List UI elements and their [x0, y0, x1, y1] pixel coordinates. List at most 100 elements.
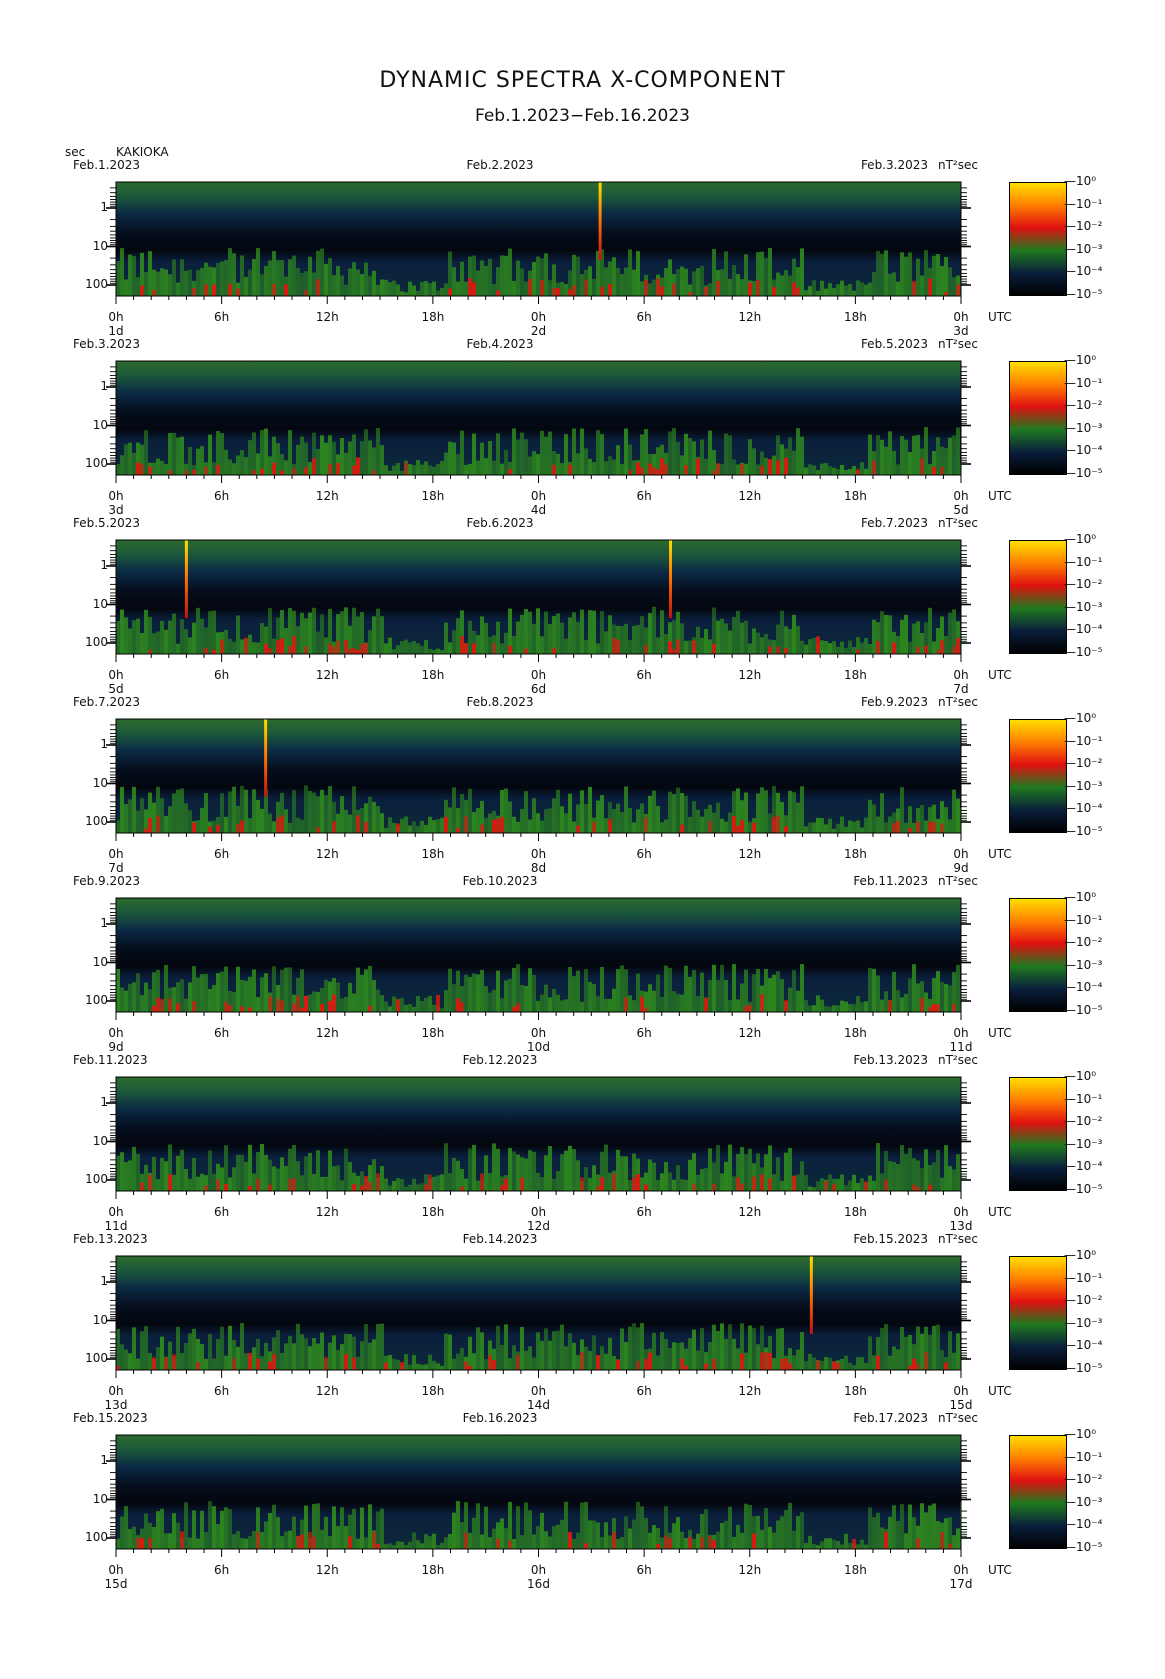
- colorbar-tick-label: —10⁻³: [1064, 599, 1103, 614]
- colorbar-unit-label: nT²sec: [938, 874, 978, 888]
- x-tick-label: 12h: [315, 489, 339, 503]
- panel-end-date: Feb.17.2023: [853, 1411, 928, 1425]
- plot-frame: [115, 1255, 962, 1371]
- time-zone-label: UTC: [988, 1205, 1012, 1219]
- colorbar-tick-label: —10⁻³: [1064, 1315, 1103, 1330]
- x-tick-label: 6h: [636, 310, 652, 324]
- colorbar-unit-label: nT²sec: [938, 1411, 978, 1425]
- y-tick-label: 10: [92, 1312, 108, 1327]
- panel-start-date: Feb.1.2023: [73, 158, 141, 172]
- y-tick-label: 10: [92, 417, 108, 432]
- colorbar-tick-label: —10⁻¹: [1064, 554, 1103, 569]
- time-zone-label: UTC: [988, 668, 1012, 682]
- x-tick-label: 12h: [315, 1384, 339, 1398]
- colorbar-tick-label: —10⁰: [1064, 890, 1097, 904]
- x-tick-label: 12h: [315, 1026, 339, 1040]
- panel-start-date: Feb.7.2023: [73, 695, 141, 709]
- spectra-panels: Feb.1.2023 Feb.2.2023 Feb.3.2023 nT²sec 1 10 1…: [0, 0, 1165, 1679]
- x-tick-label: 6h: [214, 489, 230, 503]
- day-start-label: 13d: [104, 1398, 128, 1412]
- colorbar-tick-label: —10⁻¹: [1064, 733, 1103, 748]
- day-end-label: 3d: [953, 324, 969, 338]
- x-tick-label: 6h: [636, 668, 652, 682]
- x-tick-label: 12h: [738, 489, 762, 503]
- colorbar-unit-label: nT²sec: [938, 1053, 978, 1067]
- x-tick-label: 6h: [636, 489, 652, 503]
- x-tick-label: 12h: [738, 668, 762, 682]
- day-start-label: 1d: [108, 324, 124, 338]
- day-mid-label: 14d: [527, 1398, 550, 1412]
- day-mid-label: 4d: [530, 503, 547, 517]
- time-zone-label: UTC: [988, 489, 1012, 503]
- x-tick-label: 12h: [315, 847, 339, 861]
- x-tick-label: 6h: [636, 1384, 652, 1398]
- x-tick-label: 0h: [530, 847, 547, 861]
- x-tick-label: 0h: [530, 668, 547, 682]
- x-tick-label: 0h: [108, 1384, 124, 1398]
- colorbar-tick-label: —10⁻³: [1064, 957, 1103, 972]
- y-tick-label: 10: [92, 1133, 108, 1148]
- x-tick-label: 18h: [421, 1384, 445, 1398]
- plot-frame: [115, 1076, 962, 1192]
- colorbar-tick-label: —10⁻¹: [1064, 912, 1103, 927]
- x-tick-label: 0h: [108, 668, 124, 682]
- day-mid-label: 12d: [527, 1219, 550, 1233]
- x-tick-label: 6h: [636, 847, 652, 861]
- panel-end-date: Feb.3.2023: [860, 158, 928, 172]
- y-tick-label: 100: [85, 456, 108, 470]
- colorbar-tick-label: —10⁻⁵: [1064, 645, 1103, 659]
- x-tick-label: 0h: [530, 1384, 547, 1398]
- colorbar-tick-label: —10⁻⁴: [1064, 1517, 1103, 1532]
- x-tick-label: 18h: [421, 847, 445, 861]
- colorbar-tick-label: —10⁰: [1064, 532, 1097, 546]
- colorbar: [1009, 1435, 1067, 1549]
- panel-start-date: Feb.9.2023: [73, 874, 141, 888]
- colorbar-unit-label: nT²sec: [938, 337, 978, 351]
- spectrum-panel: Feb.3.2023 Feb.4.2023 Feb.5.2023 nT²sec 1 10 1…: [0, 337, 1165, 517]
- x-tick-label: 6h: [636, 1026, 652, 1040]
- colorbar-tick-label: —10⁻³: [1064, 1136, 1103, 1151]
- colorbar: [1009, 719, 1067, 833]
- panel-mid-date: Feb.16.2023: [462, 1411, 538, 1425]
- panel-start-date: Feb.5.2023: [73, 516, 141, 530]
- x-tick-label: 12h: [315, 310, 339, 324]
- day-end-label: 9d: [953, 861, 969, 875]
- colorbar-tick-label: —10⁻²: [1064, 577, 1103, 592]
- panel-start-date: Feb.15.2023: [73, 1411, 148, 1425]
- x-tick-label: 0h: [530, 1563, 547, 1577]
- colorbar-tick-label: —10⁰: [1064, 1069, 1097, 1083]
- time-zone-label: UTC: [988, 1563, 1012, 1577]
- x-tick-label: 6h: [214, 1563, 230, 1577]
- y-tick-label: 1: [100, 916, 108, 930]
- colorbar-tick-label: —10⁰: [1064, 353, 1097, 367]
- y-tick-label: 10: [92, 238, 108, 253]
- x-tick-label: 18h: [843, 310, 867, 324]
- colorbar: [1009, 1077, 1067, 1191]
- x-tick-label: 18h: [421, 1563, 445, 1577]
- x-tick-label: 0h: [108, 847, 124, 861]
- x-tick-label: 12h: [738, 310, 762, 324]
- colorbar: [1009, 361, 1067, 475]
- y-tick-label: 100: [85, 1351, 108, 1365]
- colorbar-tick-label: —10⁻⁵: [1064, 1361, 1103, 1375]
- x-tick-label: 0h: [530, 489, 547, 503]
- panel-end-date: Feb.13.2023: [853, 1053, 928, 1067]
- x-tick-label: 0h: [530, 310, 547, 324]
- colorbar-tick-label: —10⁰: [1064, 711, 1097, 725]
- day-end-label: 5d: [953, 503, 969, 517]
- x-tick-label: 12h: [738, 1026, 762, 1040]
- x-tick-label: 18h: [421, 1205, 445, 1219]
- y-tick-label: 100: [85, 993, 108, 1007]
- x-tick-label: 18h: [843, 668, 867, 682]
- x-tick-label: 0h: [108, 489, 124, 503]
- x-tick-label: 12h: [315, 1563, 339, 1577]
- x-tick-label: 12h: [315, 1205, 339, 1219]
- plot-frame: [115, 539, 962, 655]
- x-tick-label: 12h: [738, 847, 762, 861]
- colorbar-tick-label: —10⁻²: [1064, 1293, 1103, 1308]
- colorbar-tick-label: —10⁻⁵: [1064, 466, 1103, 480]
- panel-start-date: Feb.11.2023: [73, 1053, 148, 1067]
- panel-start-date: Feb.3.2023: [73, 337, 141, 351]
- colorbar-tick-label: —10⁻³: [1064, 1494, 1103, 1509]
- day-end-label: 15d: [949, 1398, 973, 1412]
